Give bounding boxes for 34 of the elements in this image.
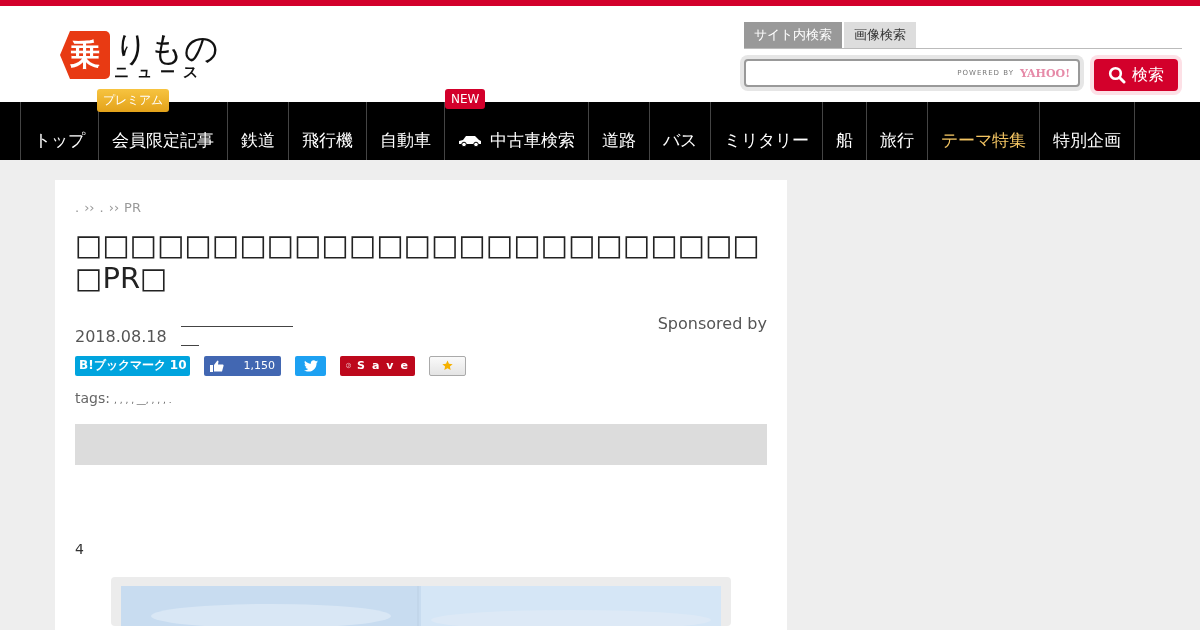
logo-mark: 乗: [60, 31, 110, 79]
nav-link[interactable]: 特別企画: [1040, 129, 1134, 160]
nav-badge: プレミアム: [97, 89, 169, 112]
nav-link[interactable]: 道路: [589, 129, 649, 160]
article-date: 2018.08.18: [75, 326, 167, 346]
nav-link[interactable]: 会員限定記事: [99, 129, 227, 160]
search-icon: [1108, 66, 1126, 84]
paragraph-text: 4: [75, 540, 85, 557]
tweet-button[interactable]: [295, 355, 326, 376]
nav-link[interactable]: 船: [823, 129, 866, 160]
article-title: □□□□□□□□□□□□□□□□□□□□□□□□□□PR□: [75, 229, 761, 296]
provider-logo: YAHOO!: [1019, 66, 1070, 80]
nav-link[interactable]: 旅行: [867, 129, 927, 160]
nav-link[interactable]: テーマ特集: [928, 129, 1039, 160]
thumbs-up-icon: [210, 359, 224, 372]
nav-link[interactable]: トップ: [21, 129, 98, 160]
nav-link[interactable]: ミリタリー: [711, 129, 822, 160]
nav-link[interactable]: バス: [650, 129, 710, 160]
save-button[interactable]: Save: [340, 355, 415, 376]
star-icon: [442, 360, 453, 372]
nav-link[interactable]: 飛行機: [289, 129, 366, 160]
nav-badge: NEW: [445, 89, 486, 109]
nav-link[interactable]: 中古車検索: [445, 129, 588, 160]
like-button[interactable]: 1,150: [204, 355, 281, 376]
sponsored-label: Sponsored by: [657, 313, 767, 335]
bird-icon: [303, 359, 318, 372]
nav-link[interactable]: 自動車: [367, 129, 444, 160]
car-icon: [458, 134, 482, 147]
logo-subtext: ニュース: [114, 64, 206, 80]
nav-link[interactable]: 鉄道: [228, 129, 288, 160]
tags-label: tags:: [75, 389, 110, 406]
search-tab[interactable]: 画像検索: [844, 22, 916, 48]
tag-list[interactable]: , , , , __, , , , .: [113, 394, 172, 405]
favorite-button[interactable]: [429, 355, 466, 376]
